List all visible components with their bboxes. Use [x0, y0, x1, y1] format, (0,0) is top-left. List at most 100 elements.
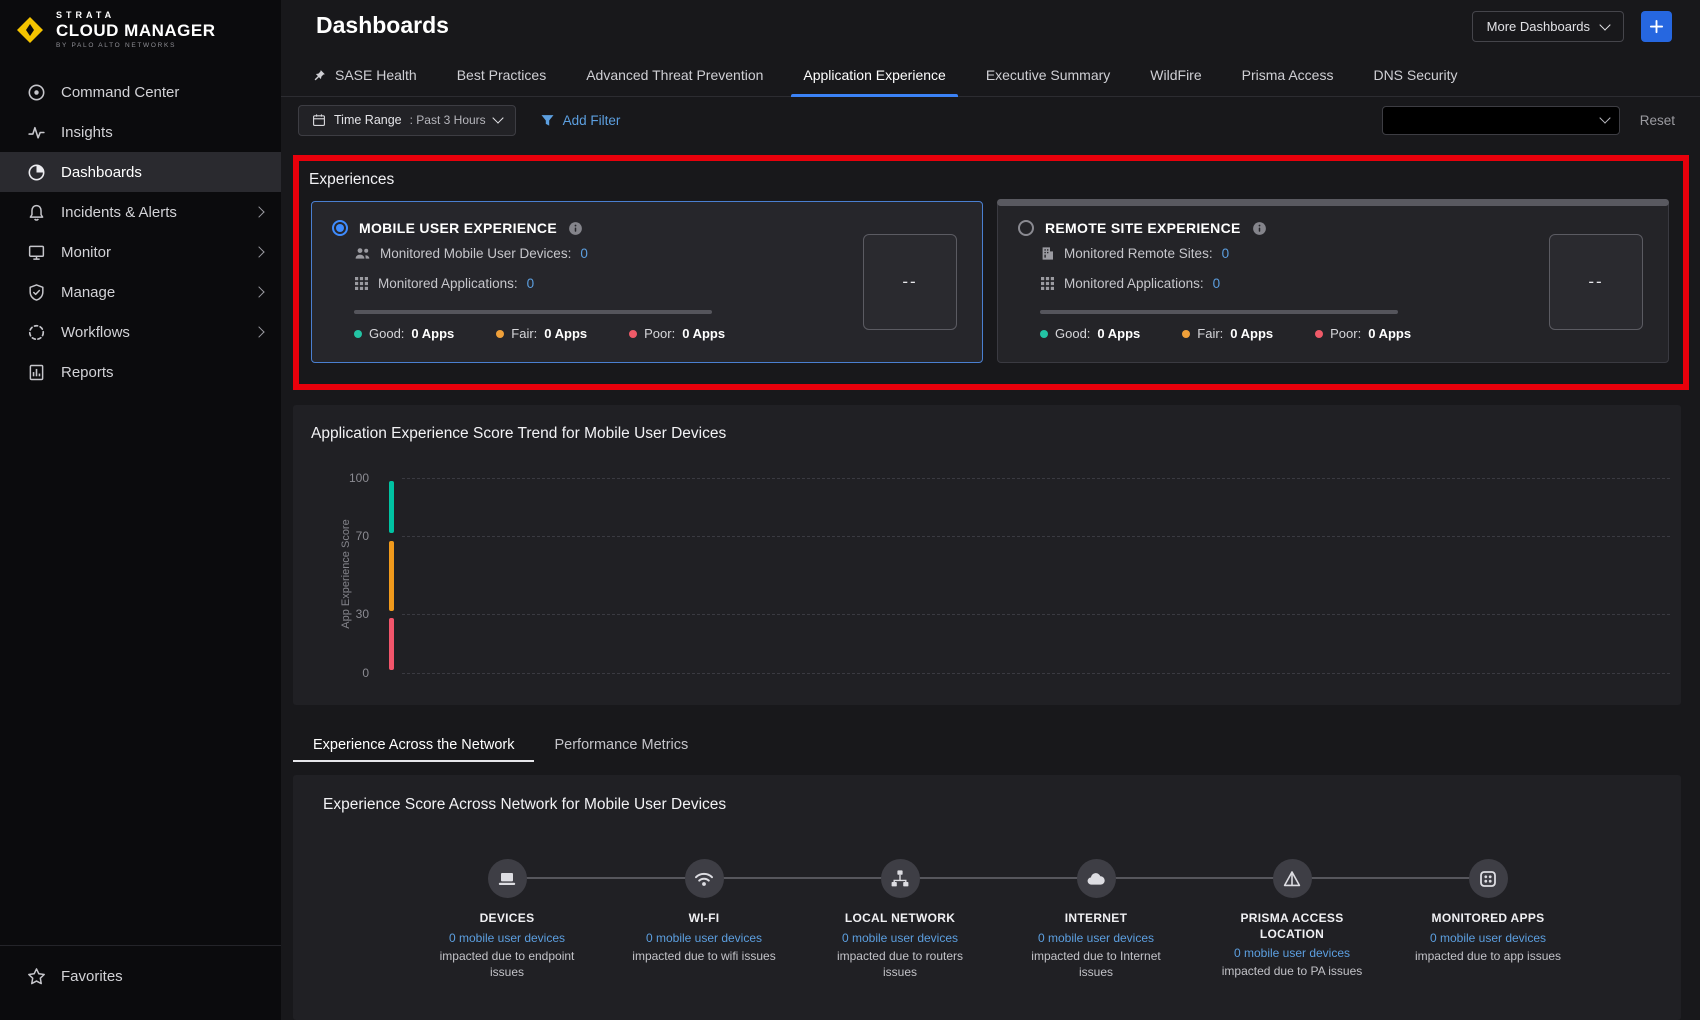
apps-grid-icon [1040, 276, 1055, 291]
legend-fair: Fair: 0 Apps [1182, 326, 1273, 341]
chevron-right-icon [253, 287, 264, 298]
row-label: Monitored Applications: [1064, 276, 1204, 291]
good-dot-icon [1040, 330, 1048, 338]
row-label: Monitored Applications: [378, 276, 518, 291]
monitored-applications-row: Monitored Applications: 0 [1040, 276, 1220, 291]
legend-poor: Poor: 0 Apps [1315, 326, 1411, 341]
prisma-access-icon [1273, 859, 1312, 898]
monitored-mobile-devices-row: Monitored Mobile User Devices: 0 [354, 246, 588, 261]
monitored-applications-link[interactable]: 0 [1213, 276, 1221, 291]
legend-value: 0 Apps [544, 326, 587, 341]
node-impact-text: impacted due to Internet issues [1016, 948, 1176, 980]
tab-experience-across-network[interactable]: Experience Across the Network [293, 727, 534, 762]
score-placeholder: -- [863, 234, 957, 330]
add-dashboard-button[interactable] [1641, 11, 1672, 42]
devices-icon [488, 859, 527, 898]
monitored-mobile-devices-link[interactable]: 0 [580, 246, 588, 261]
sidebar-item-incidents-alerts[interactable]: Incidents & Alerts [0, 192, 281, 232]
filter-funnel-icon [540, 113, 555, 128]
fair-dot-icon [496, 330, 504, 338]
experiences-section-title: Experiences [309, 171, 394, 189]
monitored-remote-sites-row: Monitored Remote Sites: 0 [1040, 246, 1229, 261]
legend-fair: Fair: 0 Apps [496, 326, 587, 341]
tab-label: DNS Security [1373, 67, 1457, 83]
star-icon [27, 967, 46, 986]
tab-dns-security[interactable]: DNS Security [1353, 54, 1477, 96]
chevron-right-icon [253, 247, 264, 258]
tab-performance-metrics[interactable]: Performance Metrics [534, 727, 708, 762]
more-dashboards-button[interactable]: More Dashboards [1472, 11, 1624, 42]
gridline-30 [402, 614, 1670, 615]
sidebar-item-favorites[interactable]: Favorites [0, 956, 281, 996]
sidebar-item-workflows[interactable]: Workflows [0, 312, 281, 352]
sidebar-item-manage[interactable]: Manage [0, 272, 281, 312]
monitored-applications-link[interactable]: 0 [527, 276, 535, 291]
add-filter-button[interactable]: Add Filter [540, 113, 621, 128]
sidebar-item-reports[interactable]: Reports [0, 352, 281, 392]
legend-label: Poor: [1330, 326, 1361, 341]
tab-prisma-access[interactable]: Prisma Access [1222, 54, 1354, 96]
wifi-icon [685, 859, 724, 898]
tab-application-experience[interactable]: Application Experience [783, 54, 965, 96]
strata-logo-icon [15, 15, 45, 45]
node-device-count-link[interactable]: 0 mobile user devices [1212, 946, 1372, 960]
card-header: MOBILE USER EXPERIENCE [332, 220, 583, 236]
horizontal-scrollbar-thumb[interactable] [997, 199, 1669, 206]
sidebar-item-label: Command Center [61, 84, 179, 101]
dashboard-tabs: SASE Health Best Practices Advanced Thre… [281, 54, 1700, 97]
row-label: Monitored Remote Sites: [1064, 246, 1213, 261]
info-icon[interactable] [568, 221, 583, 236]
tab-advanced-threat-prevention[interactable]: Advanced Threat Prevention [566, 54, 783, 96]
radio-mobile-user-experience[interactable] [332, 220, 348, 236]
gridline-0 [402, 673, 1670, 674]
info-icon[interactable] [1252, 221, 1267, 236]
apps-distribution-bar [1040, 310, 1398, 314]
tab-label: Prisma Access [1242, 67, 1334, 83]
sidebar-menu: Command Center Insights Dashboards Incid… [0, 72, 281, 392]
sidebar-item-monitor[interactable]: Monitor [0, 232, 281, 272]
sidebar-item-insights[interactable]: Insights [0, 112, 281, 152]
monitored-remote-sites-link[interactable]: 0 [1222, 246, 1230, 261]
node-impact-text: impacted due to wifi issues [624, 948, 784, 964]
tenant-select[interactable] [1382, 106, 1620, 135]
node-device-count-link[interactable]: 0 mobile user devices [1016, 931, 1176, 945]
node-device-count-link[interactable]: 0 mobile user devices [1408, 931, 1568, 945]
reset-button[interactable]: Reset [1640, 113, 1675, 128]
poor-dot-icon [1315, 330, 1323, 338]
legend-value: 0 Apps [411, 326, 454, 341]
tab-sase-health[interactable]: SASE Health [293, 54, 437, 96]
sidebar-item-dashboards[interactable]: Dashboards [0, 152, 281, 192]
header-actions: More Dashboards [1472, 11, 1672, 42]
legend-label: Good: [369, 326, 404, 341]
legend-value: 0 Apps [682, 326, 725, 341]
node-impact-text: impacted due to app issues [1408, 948, 1568, 964]
node-device-count-link[interactable]: 0 mobile user devices [624, 931, 784, 945]
sidebar-item-label: Incidents & Alerts [61, 204, 177, 221]
time-range-dropdown[interactable]: Time Range : Past 3 Hours [298, 105, 516, 136]
internet-cloud-icon [1077, 859, 1116, 898]
node-name: INTERNET [1016, 911, 1176, 927]
tab-executive-summary[interactable]: Executive Summary [966, 54, 1130, 96]
legend-label: Poor: [644, 326, 675, 341]
fair-dot-icon [1182, 330, 1190, 338]
tab-wildfire[interactable]: WildFire [1130, 54, 1221, 96]
node-device-count-link[interactable]: 0 mobile user devices [820, 931, 980, 945]
legend-label: Fair: [511, 326, 537, 341]
sidebar-item-command-center[interactable]: Command Center [0, 72, 281, 112]
node-device-count-link[interactable]: 0 mobile user devices [427, 931, 587, 945]
mobile-user-experience-card[interactable]: MOBILE USER EXPERIENCE Monitored Mobile … [311, 201, 983, 363]
calendar-icon [312, 113, 326, 127]
score-band-good [389, 481, 394, 533]
remote-site-experience-card[interactable]: REMOTE SITE EXPERIENCE Monitored Remote … [997, 201, 1669, 363]
node-name: WI-FI [624, 911, 784, 927]
time-range-value: : Past 3 Hours [410, 113, 486, 127]
chevron-down-icon [1599, 19, 1610, 30]
node-prisma-access-location: PRISMA ACCESS LOCATION 0 mobile user dev… [1212, 859, 1372, 979]
radio-remote-site-experience[interactable] [1018, 220, 1034, 236]
insights-icon [27, 123, 46, 142]
legend-label: Fair: [1197, 326, 1223, 341]
legend-value: 0 Apps [1097, 326, 1140, 341]
tab-best-practices[interactable]: Best Practices [437, 54, 566, 96]
chevron-right-icon [253, 207, 264, 218]
manage-icon [27, 283, 46, 302]
